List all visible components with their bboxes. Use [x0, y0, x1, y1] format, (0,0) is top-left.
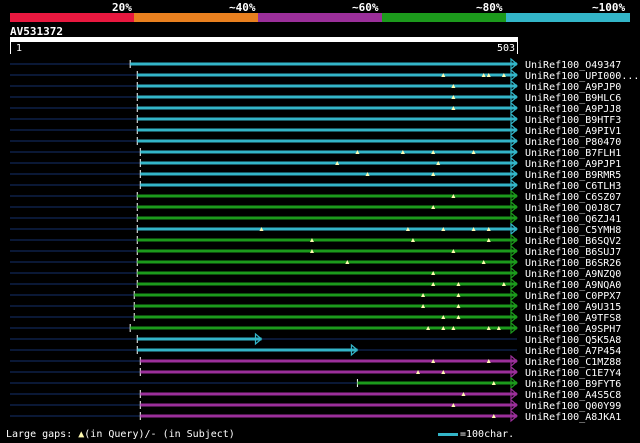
hit-label: UniRef100_A9PJJ8 — [525, 104, 621, 115]
hit-label: UniRef100_A8JKA1 — [525, 412, 621, 423]
large-gaps-prefix: Large gaps: — [6, 429, 79, 440]
hit-label: UniRef100_B9FYT6 — [525, 379, 621, 390]
hit-label: UniRef100_B6SUJ7 — [525, 247, 621, 258]
large-gaps-legend: Large gaps: ▲(in Query)/- (in Subject) — [6, 429, 235, 440]
hit-label: UniRef100_A9PJP1 — [525, 159, 621, 170]
hit-label: UniRef100_A9U315 — [525, 302, 621, 313]
hit-label: UniRef100_C6SZ07 — [525, 192, 621, 203]
hit-label: UniRef100_C5YMH8 — [525, 225, 621, 236]
hit-label: UniRef100_A9PIV1 — [525, 126, 621, 137]
hit-label: UniRef100_B6SQV2 — [525, 236, 621, 247]
hit-label: UniRef100_Q6ZJ41 — [525, 214, 621, 225]
hit-label: UniRef100_A4S5C8 — [525, 390, 621, 401]
hit-label: UniRef100_C6TLH3 — [525, 181, 621, 192]
scale-label: =100char. — [460, 429, 515, 440]
in-query-label: (in Query)/ — [84, 429, 151, 440]
hit-label: UniRef100_C0PPX7 — [525, 291, 621, 302]
in-subject-label: (in Subject) — [156, 429, 235, 440]
hit-label: UniRef100_B6SR26 — [525, 258, 621, 269]
hit-alignment-chart: UniRef100_O49347UniRef100_UPI000...UniRe… — [10, 57, 639, 423]
hit-label: UniRef100_Q0J8C7 — [525, 203, 621, 214]
scale-swatch — [438, 433, 458, 436]
hit-label: UniRef100_A7P454 — [525, 346, 621, 357]
hit-label: UniRef100_C1MZ88 — [525, 357, 621, 368]
hit-label: UniRef100_A9NQA0 — [525, 280, 621, 291]
hit-label: UniRef100_Q00Y99 — [525, 401, 621, 412]
hit-label: UniRef100_A9TFS8 — [525, 313, 621, 324]
hit-label: UniRef100_UPI000... — [525, 71, 639, 82]
hit-label: UniRef100_O49347 — [525, 60, 621, 71]
hit-label: UniRef100_B9HTF3 — [525, 115, 621, 126]
hit-label: UniRef100_A9PJP0 — [525, 82, 621, 93]
hit-label: UniRef100_A9NZQ0 — [525, 269, 621, 280]
hit-label: UniRef100_B7FLH1 — [525, 148, 621, 159]
hit-label: UniRef100_P80470 — [525, 137, 621, 148]
hit-label: UniRef100_B9RMR5 — [525, 170, 621, 181]
scale-legend: =100char. — [438, 429, 514, 440]
hit-label: UniRef100_B9HLC6 — [525, 93, 621, 104]
hit-label: UniRef100_A9SPH7 — [525, 324, 621, 335]
hit-label: UniRef100_Q5K5A8 — [525, 335, 621, 346]
hit-label: UniRef100_C1E7Y4 — [525, 368, 621, 379]
